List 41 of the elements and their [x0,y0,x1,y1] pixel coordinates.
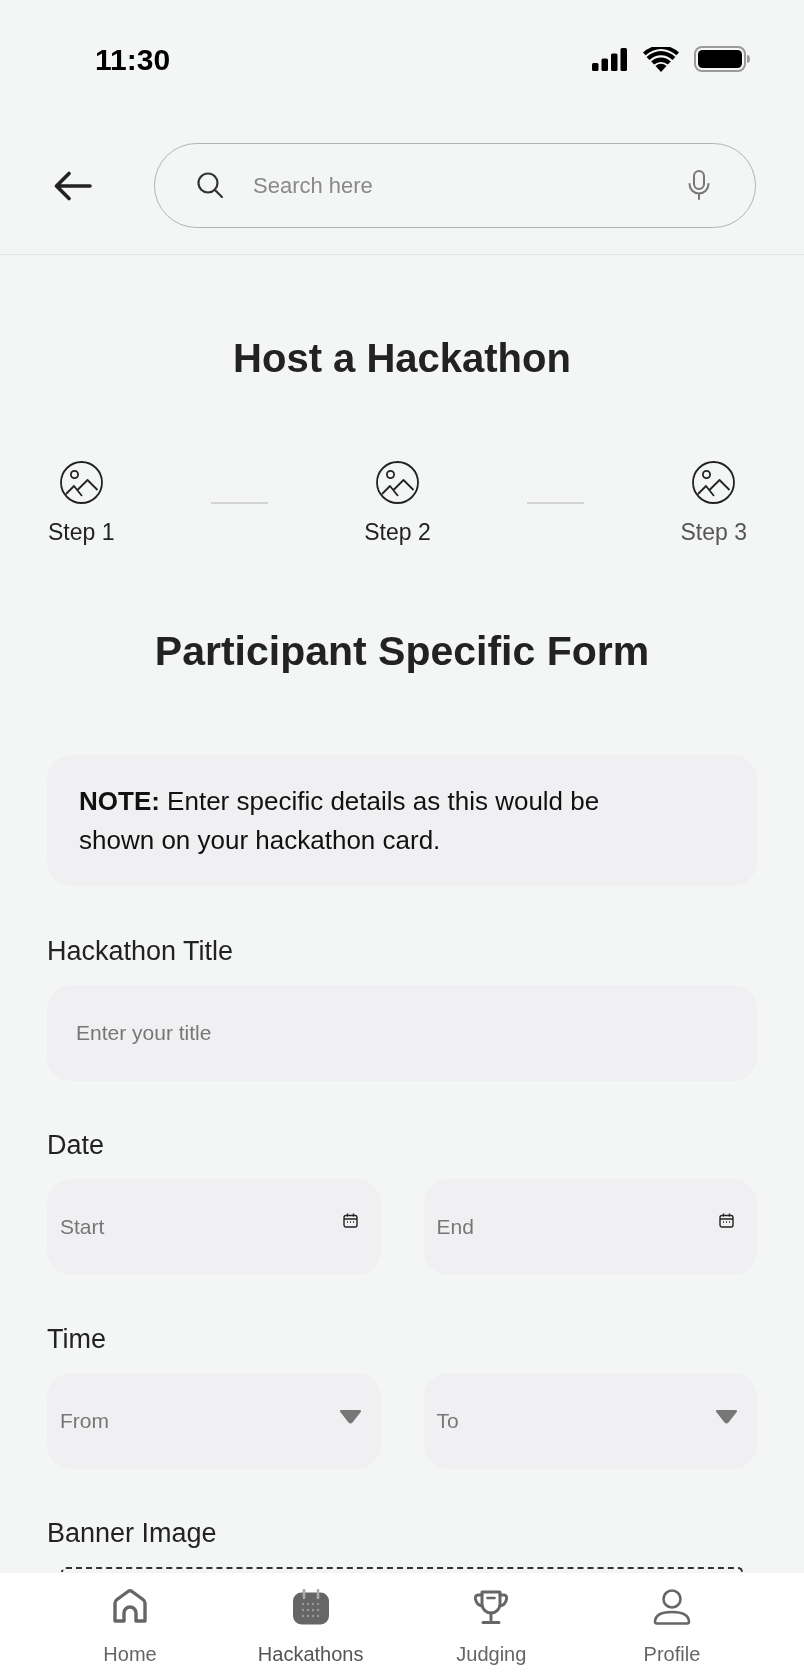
calendar-icon [292,1589,329,1625]
person-icon [652,1589,691,1625]
step-label: Step 3 [680,518,747,546]
status-time: 11:30 [95,41,171,78]
page-title: Host a Hackathon [233,336,571,380]
back-button[interactable] [54,170,92,201]
signal-icon [592,47,628,71]
form-heading: Participant Specific Form [154,628,650,674]
landscape-icon [376,461,419,504]
calendar-icon[interactable] [342,1213,358,1228]
field-label: Time [47,1323,106,1355]
trophy-icon [473,1589,510,1625]
field-label: Banner Image [47,1517,217,1549]
nav-tab[interactable]: Hackathons [250,1589,371,1666]
calendar-icon[interactable] [719,1213,734,1228]
nav-tab[interactable]: Profile [611,1589,732,1666]
search-icon [197,172,223,198]
date-field[interactable]: Start [47,1179,381,1275]
nav-tab[interactable]: Home [70,1589,190,1666]
caret-down-icon[interactable] [338,1410,362,1424]
text-field[interactable]: Enter your title [47,985,757,1081]
search-field[interactable]: Search here [154,143,756,228]
step-label: Step 1 [48,518,115,546]
step-connector [210,502,268,504]
field-label: Date [47,1129,105,1161]
step-label: Step 2 [364,518,431,546]
nav-tab[interactable]: Judging [431,1589,552,1666]
field-label: Hackathon Title [47,935,234,967]
date-field[interactable]: End [423,1179,757,1275]
back-arrow-icon [54,170,92,201]
caret-down-icon[interactable] [715,1410,738,1424]
landscape-icon [59,461,103,504]
home-icon [112,1589,148,1625]
time-select[interactable]: To [423,1373,757,1469]
time-select[interactable]: From [47,1373,381,1469]
wifi-icon [643,46,679,72]
landscape-icon [692,461,736,504]
note-text: NOTE: Enter specific details as this would be shown on your hackathon card. [79,784,601,857]
microphone-icon[interactable] [688,170,710,200]
step-connector [527,502,585,504]
battery-icon [694,46,750,72]
